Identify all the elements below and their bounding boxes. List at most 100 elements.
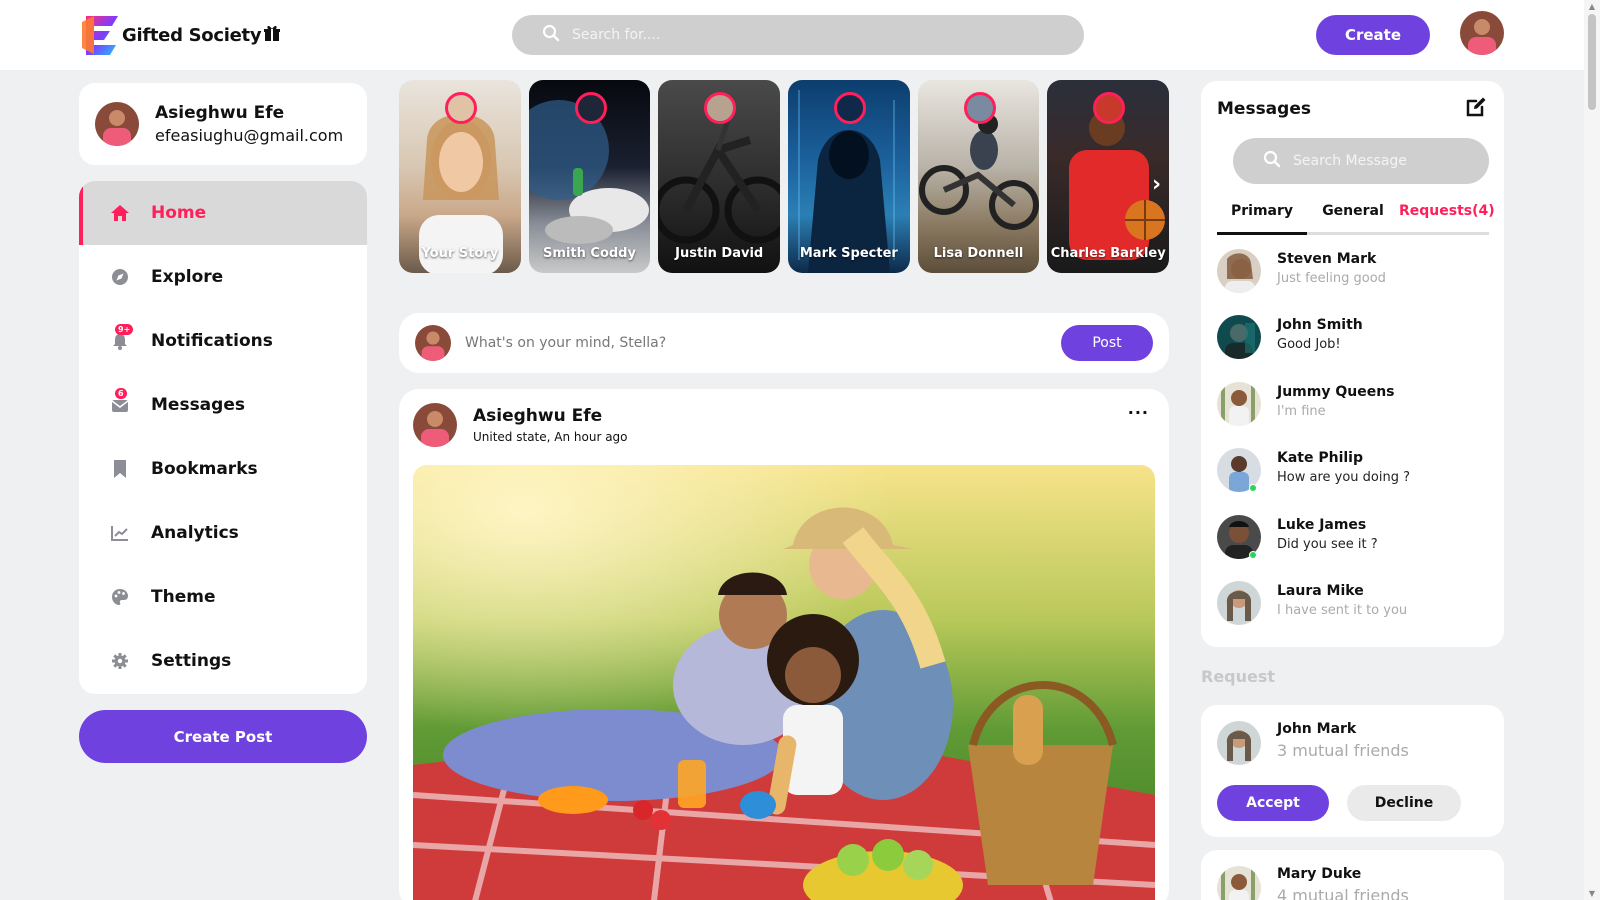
request-info: John Mark 3 mutual friends xyxy=(1277,721,1409,765)
message-preview: How are you doing ? xyxy=(1277,470,1411,486)
request-name: John Mark xyxy=(1277,721,1357,737)
story-card[interactable]: Mark Specter xyxy=(788,80,910,273)
message-preview: Good Job! xyxy=(1277,337,1341,353)
online-status-indicator xyxy=(1249,550,1257,559)
message-search-bar[interactable] xyxy=(1233,138,1489,184)
accept-button[interactable]: Accept xyxy=(1217,785,1329,821)
message-item[interactable]: Steven Mark Just feeling good xyxy=(1217,249,1489,315)
messages-title: Messages xyxy=(1217,99,1311,119)
message-item[interactable]: Luke James Did you see it ? xyxy=(1217,514,1489,581)
sidebar-item-label: Messages xyxy=(151,395,245,415)
story-name: Mark Specter xyxy=(799,246,898,261)
message-sender: Luke James xyxy=(1277,516,1367,533)
sidebar-item-notifications[interactable]: 9+ Notifications xyxy=(79,309,367,373)
sidebar-item-bookmarks[interactable]: Bookmarks xyxy=(79,437,367,501)
brand-logo[interactable]: Gifted Society xyxy=(80,14,281,56)
tab-primary[interactable]: Primary xyxy=(1217,199,1307,235)
top-bar: Gifted Society Create xyxy=(0,0,1584,70)
global-search-bar[interactable] xyxy=(512,15,1084,55)
profile-card[interactable]: Asieghwu Efe efeasiughu@gmail.com xyxy=(79,83,367,165)
message-sender: Laura Mike xyxy=(1277,582,1364,599)
message-preview: Just feeling good xyxy=(1277,271,1386,286)
profile-info: Asieghwu Efe efeasiughu@gmail.com xyxy=(155,103,343,145)
message-search-input[interactable] xyxy=(1293,153,1483,169)
post-button[interactable]: Post xyxy=(1061,325,1153,361)
message-preview: Did you see it ? xyxy=(1277,536,1378,552)
scrollbar-thumb[interactable] xyxy=(1588,14,1596,110)
page-scrollbar[interactable]: ▲ ▼ xyxy=(1584,0,1600,900)
online-status-indicator xyxy=(1249,484,1257,493)
message-sender: John Smith xyxy=(1277,317,1363,334)
message-text: John Smith Good Job! xyxy=(1277,315,1363,352)
create-post-button[interactable]: Create Post xyxy=(79,710,367,763)
post-meta: United state, An hour ago xyxy=(473,430,628,444)
story-card[interactable]: Lisa Donnell xyxy=(917,80,1040,273)
request-header: John Mark 3 mutual friends xyxy=(1217,721,1409,765)
more-options-icon[interactable]: ··· xyxy=(1128,403,1149,422)
story-name: Your Story xyxy=(421,246,499,261)
story-card[interactable]: Justin David xyxy=(658,80,781,273)
create-button[interactable]: Create xyxy=(1316,15,1430,55)
brand-name: Gifted Society xyxy=(122,24,262,46)
message-item[interactable]: Jummy Queens I'm fine xyxy=(1217,381,1489,448)
message-text: Steven Mark Just feeling good xyxy=(1277,249,1386,286)
post-author-avatar[interactable] xyxy=(413,403,457,447)
story-avatar xyxy=(963,92,996,124)
message-text: Kate Philip How are you doing ? xyxy=(1277,448,1410,485)
story-avatar xyxy=(574,92,607,124)
tab-requests[interactable]: Requests(4) xyxy=(1399,199,1495,232)
requests-heading: Request xyxy=(1201,667,1276,686)
sidebar-item-label: Home xyxy=(151,203,207,223)
request-avatar[interactable] xyxy=(1217,721,1261,765)
messages-badge: 6 xyxy=(115,388,127,399)
sidebar-item-analytics[interactable]: Analytics xyxy=(79,501,367,565)
message-tabs: Primary General Requests(4) xyxy=(1217,199,1495,235)
message-preview: I'm fine xyxy=(1277,403,1326,419)
sidebar-nav: Home Explore 9+ Notifications 6 Messages… xyxy=(79,181,367,694)
notification-badge: 9+ xyxy=(115,324,134,335)
story-card[interactable]: Charles Barkley › xyxy=(1047,80,1170,273)
message-item[interactable]: Kate Philip How are you doing ? xyxy=(1217,448,1489,514)
palette-icon xyxy=(109,586,131,608)
mutual-friends-count: 3 mutual friends xyxy=(1277,741,1409,760)
message-avatar xyxy=(1217,580,1261,625)
bell-icon: 9+ xyxy=(109,324,134,352)
message-item[interactable]: Laura Mike I have sent it to you xyxy=(1217,580,1489,647)
compose-input[interactable] xyxy=(465,335,1055,351)
scroll-up-icon[interactable]: ▲ xyxy=(1588,2,1596,11)
user-avatar[interactable] xyxy=(1460,11,1504,55)
story-card[interactable]: Your Story xyxy=(399,80,521,273)
post-header: Asieghwu Efe United state, An hour ago xyxy=(413,403,628,447)
sidebar-item-explore[interactable]: Explore xyxy=(79,245,367,309)
home-icon xyxy=(109,202,131,224)
story-name: Justin David xyxy=(675,246,764,261)
sidebar-item-settings[interactable]: Settings xyxy=(79,629,367,693)
message-item[interactable]: John Smith Good Job! xyxy=(1217,315,1489,381)
global-search-input[interactable] xyxy=(572,27,1052,43)
friend-request-card: Mary Duke 4 mutual friends xyxy=(1201,850,1504,900)
request-name: Mary Duke xyxy=(1277,866,1362,882)
profile-email: efeasiughu@gmail.com xyxy=(155,126,344,145)
request-avatar[interactable] xyxy=(1217,866,1261,900)
sidebar-item-home[interactable]: Home xyxy=(79,181,367,245)
sidebar-item-label: Settings xyxy=(151,651,232,671)
story-name: Lisa Donnell xyxy=(933,246,1024,261)
messages-panel: Messages Primary General Requests(4) Ste… xyxy=(1201,81,1504,647)
story-avatar xyxy=(834,92,867,124)
sidebar-item-label: Explore xyxy=(151,267,224,287)
story-card[interactable]: Smith Coddy xyxy=(528,80,651,273)
chevron-right-icon[interactable]: › xyxy=(1152,172,1161,197)
profile-avatar xyxy=(95,102,139,146)
sidebar-item-label: Analytics xyxy=(151,523,239,543)
message-sender: Kate Philip xyxy=(1277,450,1364,467)
logo-mark-icon xyxy=(80,14,120,56)
sidebar-item-messages[interactable]: 6 Messages xyxy=(79,373,367,437)
sidebar-item-label: Theme xyxy=(151,587,216,607)
decline-button[interactable]: Decline xyxy=(1347,785,1461,821)
post-author-name[interactable]: Asieghwu Efe xyxy=(473,406,628,426)
edit-icon[interactable] xyxy=(1464,95,1488,123)
tab-general[interactable]: General xyxy=(1307,199,1399,232)
sidebar-item-theme[interactable]: Theme xyxy=(79,565,367,629)
scroll-down-icon[interactable]: ▼ xyxy=(1588,889,1596,898)
post-image[interactable] xyxy=(413,465,1155,900)
